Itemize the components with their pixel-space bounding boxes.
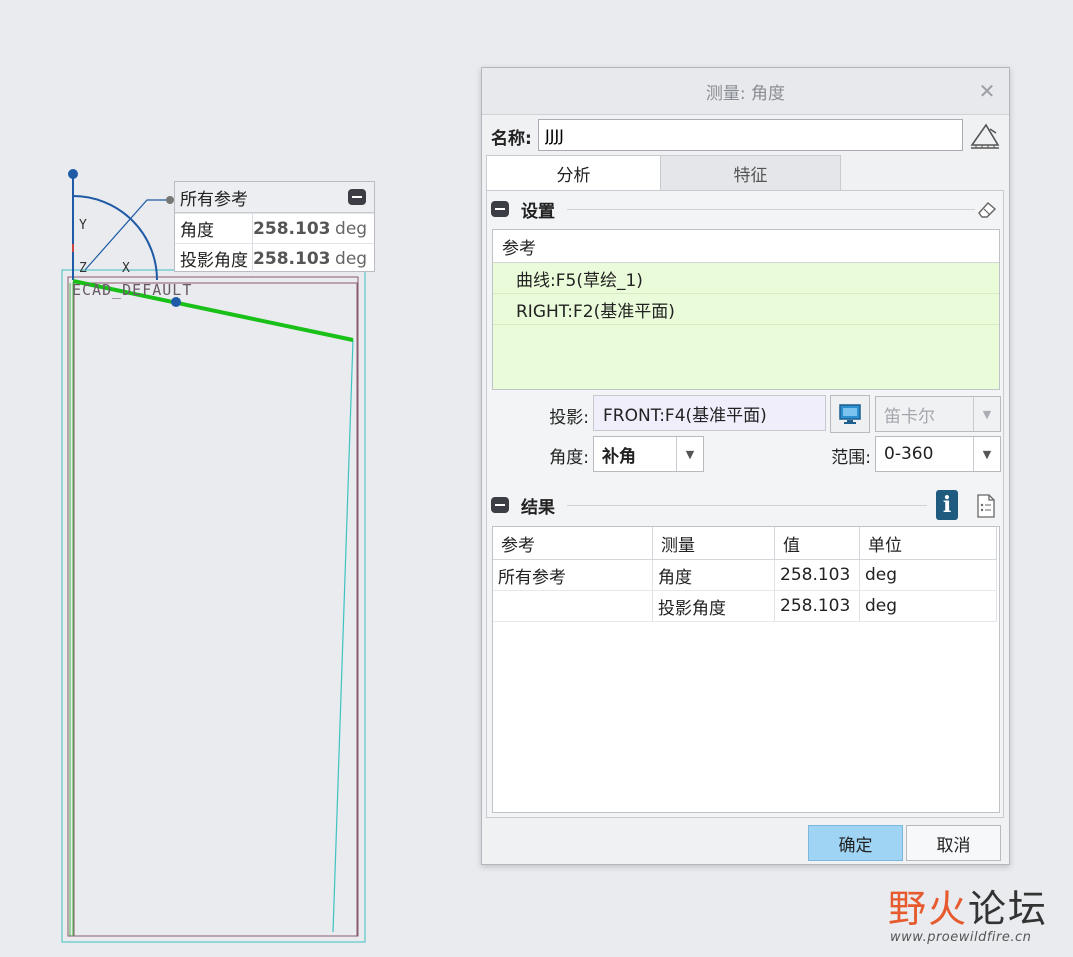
results-table[interactable]: 参考 测量 值 单位 所有参考 角度 258.103 deg 投影角度 258.… xyxy=(492,526,1000,813)
y-axis-label: Y xyxy=(79,218,87,233)
dialog-tabs: 分析 特征 xyxy=(486,155,841,190)
column-header[interactable]: 单位 xyxy=(859,527,997,560)
callout-row-unit: deg xyxy=(335,218,368,239)
section-divider xyxy=(567,209,975,210)
section-divider xyxy=(567,505,927,506)
results-section-header[interactable]: 结果 xyxy=(491,493,555,518)
model-frame-inner xyxy=(67,276,359,937)
settings-title: 设置 xyxy=(521,201,555,222)
chevron-down-icon[interactable]: ▼ xyxy=(973,397,1000,431)
callout-header: 所有参考 xyxy=(175,182,374,213)
table-cell: 258.103 xyxy=(774,559,860,591)
model-name-label: ECAD_DEFAULT xyxy=(72,281,193,299)
projection-field[interactable]: FRONT:F4(基准平面) xyxy=(593,395,826,431)
coordinate-system-value: 笛卡尔 xyxy=(884,406,935,427)
dialog-title: 测量: 角度 xyxy=(705,83,786,104)
callout-anchor-point xyxy=(166,196,174,204)
table-row[interactable]: 投影角度 258.103 deg xyxy=(493,590,997,622)
table-cell: deg xyxy=(859,590,997,622)
analysis-panel: 设置 参考 曲线:F5(草绘_1) RIGHT:F2(基准平面) 投影: FRO… xyxy=(486,190,1004,818)
dialog-titlebar[interactable]: 测量: 角度 ✕ xyxy=(482,68,1009,115)
measure-angle-dialog: 测量: 角度 ✕ 名称: 分析 特征 设置 参考 曲线:F5(草绘_1) RIG… xyxy=(481,67,1010,865)
table-cell: deg xyxy=(859,559,997,591)
range-value: 0-360 xyxy=(884,444,934,464)
callout-row: 投影角度 258.103 deg xyxy=(175,243,374,273)
model-frame-inner-2 xyxy=(73,282,358,937)
ok-button[interactable]: 确定 xyxy=(808,825,903,861)
measure-callout[interactable]: 所有参考 角度 258.103 deg 投影角度 258.103 deg xyxy=(174,181,375,273)
tab-analysis[interactable]: 分析 xyxy=(486,155,661,190)
table-header-row: 参考 测量 值 单位 xyxy=(493,527,997,560)
angle-type-value: 补角 xyxy=(602,446,636,467)
graphics-viewport[interactable]: Y Z X ECAD_DEFAULT xyxy=(0,0,480,957)
column-header[interactable]: 参考 xyxy=(493,527,653,560)
range-label: 范围: xyxy=(831,448,871,468)
measure-tool-icon[interactable] xyxy=(968,119,1002,151)
tab-feature[interactable]: 特征 xyxy=(661,155,841,190)
table-cell: 所有参考 xyxy=(493,559,653,591)
callout-row-value: 258.103 xyxy=(253,218,331,239)
list-item[interactable]: 曲线:F5(草绘_1) xyxy=(493,263,999,294)
y-axis-end-point xyxy=(68,169,78,179)
collapse-icon[interactable] xyxy=(491,497,509,513)
angle-type-dropdown[interactable]: 补角 ▼ xyxy=(593,436,704,472)
projection-label: 投影: xyxy=(549,408,589,428)
column-header[interactable]: 值 xyxy=(774,527,860,560)
angle-label: 角度: xyxy=(549,448,589,468)
watermark-title-part: 火 xyxy=(928,887,969,931)
references-header: 参考 xyxy=(493,230,999,263)
table-cell: 投影角度 xyxy=(652,590,775,622)
range-dropdown[interactable]: 0-360 ▼ xyxy=(875,436,1001,472)
info-icon[interactable]: i xyxy=(936,490,958,520)
table-cell: 角度 xyxy=(652,559,775,591)
callout-row-name: 角度 xyxy=(175,214,254,243)
callout-row-unit: deg xyxy=(335,248,368,269)
callout-row: 角度 258.103 deg xyxy=(175,213,374,243)
callout-row-value: 258.103 xyxy=(253,248,331,269)
x-axis-label: X xyxy=(122,261,130,276)
watermark-title-part: 论坛 xyxy=(968,887,1049,931)
column-header[interactable]: 测量 xyxy=(652,527,775,560)
watermark-url: www.proewildfire.cn xyxy=(890,930,1032,945)
name-input[interactable] xyxy=(538,119,963,151)
table-cell: 258.103 xyxy=(774,590,860,622)
references-list[interactable]: 参考 曲线:F5(草绘_1) RIGHT:F2(基准平面) xyxy=(492,229,1000,390)
table-row[interactable]: 所有参考 角度 258.103 deg xyxy=(493,559,997,591)
sketch-edge-cyan xyxy=(332,339,354,933)
model-canvas xyxy=(61,169,366,943)
name-label: 名称: xyxy=(491,129,532,149)
cancel-button[interactable]: 取消 xyxy=(906,825,1001,861)
monitor-icon[interactable] xyxy=(830,395,870,433)
watermark-title: 野火论坛 xyxy=(888,878,1048,933)
callout-leader xyxy=(84,199,170,271)
list-item[interactable]: RIGHT:F2(基准平面) xyxy=(493,294,999,325)
table-cell xyxy=(493,590,653,622)
model-frame-outer xyxy=(61,269,366,943)
coordinate-system-dropdown[interactable]: 笛卡尔 ▼ xyxy=(875,396,1001,432)
settings-section-header[interactable]: 设置 xyxy=(491,197,555,222)
chevron-down-icon[interactable]: ▼ xyxy=(676,437,703,471)
collapse-icon[interactable] xyxy=(348,189,366,205)
chevron-down-icon[interactable]: ▼ xyxy=(973,437,1000,471)
callout-title: 所有参考 xyxy=(180,189,248,210)
eraser-icon[interactable] xyxy=(976,199,998,219)
collapse-icon[interactable] xyxy=(491,201,509,217)
forum-watermark: 野火论坛 www.proewildfire.cn xyxy=(880,872,1060,952)
callout-row-name: 投影角度 xyxy=(175,244,254,273)
results-title: 结果 xyxy=(521,497,555,518)
watermark-title-part: 野 xyxy=(888,887,929,931)
report-icon[interactable] xyxy=(975,493,997,519)
close-icon[interactable]: ✕ xyxy=(977,81,997,101)
z-axis-label: Z xyxy=(79,261,87,276)
